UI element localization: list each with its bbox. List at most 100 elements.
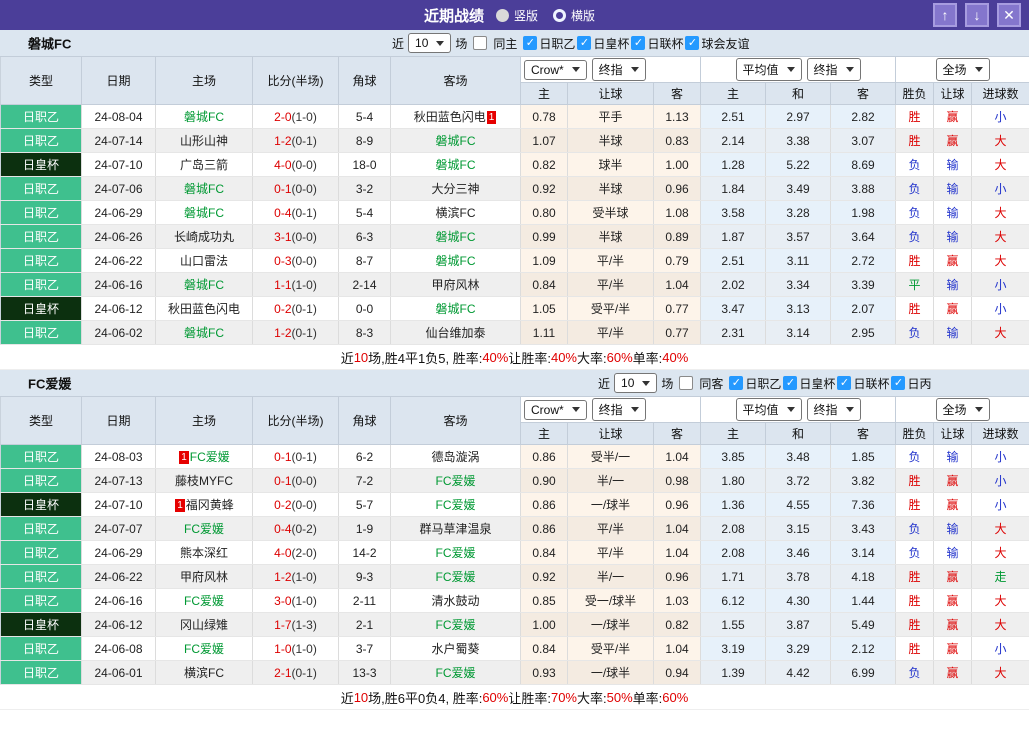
match-result: 负	[896, 445, 934, 469]
odds-away: 0.82	[654, 613, 701, 637]
team-name: 磐城FC	[28, 34, 71, 53]
league-filter-label: 日皇杯	[799, 375, 835, 392]
scope-value: 全场	[943, 61, 967, 78]
bookmaker-group: Crow* 终指	[521, 57, 701, 83]
col-type: 类型	[1, 57, 82, 105]
away-team-label: 仙台维加泰	[425, 326, 485, 340]
window-buttons: ↑ ↓ ✕	[933, 3, 1021, 27]
home-team-label: 山口雷法	[180, 254, 228, 268]
league-filter-label: 球会友谊	[701, 35, 749, 52]
odds-handicap: 平/半	[568, 541, 654, 565]
chevron-down-icon	[787, 67, 795, 72]
close-button[interactable]: ✕	[997, 3, 1021, 27]
same-venue-checkbox[interactable]	[473, 36, 487, 50]
league-checkbox[interactable]: ✓	[523, 36, 537, 50]
summary-text: 大率:	[577, 348, 607, 367]
away-team: 甲府风林	[391, 273, 521, 297]
home-team: 磐城FC	[156, 321, 253, 345]
avg-away: 1.44	[831, 589, 896, 613]
goals-result: 小	[972, 105, 1029, 129]
half-time-score: (0-1)	[292, 326, 317, 340]
match-count-select[interactable]: 10	[408, 33, 451, 53]
bookmaker-select[interactable]: Crow*	[524, 60, 587, 80]
away-team: FC爱媛	[391, 493, 521, 517]
match-row: 日职乙24-06-29熊本深红4-0(2-0)14-2FC爱媛0.84平/半1.…	[1, 541, 1029, 565]
away-team: 磐城FC	[391, 129, 521, 153]
home-team-label: 熊本深红	[180, 546, 228, 560]
league-checkbox[interactable]: ✓	[631, 36, 645, 50]
odds-time-select[interactable]: 终指	[592, 58, 646, 81]
league-checkbox[interactable]: ✓	[891, 376, 905, 390]
avg-away: 5.49	[831, 613, 896, 637]
home-team-label: 磐城FC	[184, 182, 224, 196]
col-score: 比分(半场)	[253, 397, 339, 445]
move-up-button[interactable]: ↑	[933, 3, 957, 27]
avg-away: 1.98	[831, 201, 896, 225]
avg-time-value: 终指	[814, 61, 838, 78]
goals-result: 小	[972, 469, 1029, 493]
avg-away: 3.39	[831, 273, 896, 297]
match-row: 日职乙24-06-29磐城FC0-4(0-1)5-4横滨FC0.80受半球1.0…	[1, 201, 1029, 225]
avg-draw: 3.28	[766, 201, 831, 225]
league-checkbox[interactable]: ✓	[685, 36, 699, 50]
away-team-label: 磐城FC	[436, 158, 476, 172]
league-checkbox[interactable]: ✓	[577, 36, 591, 50]
chevron-down-icon	[787, 407, 795, 412]
goals-result: 小	[972, 297, 1029, 321]
avg-home: 3.58	[701, 201, 766, 225]
radio-vertical-layout[interactable]	[496, 9, 509, 22]
match-result: 胜	[896, 297, 934, 321]
half-time-score: (2-0)	[292, 546, 317, 560]
handicap-result: 赢	[934, 129, 972, 153]
col-away: 客场	[391, 57, 521, 105]
avg-draw: 3.34	[766, 273, 831, 297]
match-row: 日皇杯24-07-101福冈黄蜂0-2(0-0)5-7FC爱媛0.86一/球半0…	[1, 493, 1029, 517]
col-avg-away: 客	[831, 423, 896, 445]
corner-count: 8-7	[339, 249, 391, 273]
match-type: 日职乙	[1, 321, 82, 345]
league-checkbox[interactable]: ✓	[783, 376, 797, 390]
match-type: 日职乙	[1, 201, 82, 225]
home-team-label: 藤枝MYFC	[175, 474, 233, 488]
average-select[interactable]: 平均值	[736, 58, 802, 81]
move-down-button[interactable]: ↓	[965, 3, 989, 27]
scope-select[interactable]: 全场	[936, 58, 990, 81]
score-cell: 1-7(1-3)	[253, 613, 339, 637]
match-count-select[interactable]: 10	[614, 373, 657, 393]
half-time-score: (0-1)	[292, 206, 317, 220]
odds-away: 0.77	[654, 321, 701, 345]
col-date: 日期	[82, 57, 156, 105]
bookmaker-select[interactable]: Crow*	[524, 400, 587, 420]
league-checkbox[interactable]: ✓	[837, 376, 851, 390]
avg-home: 3.19	[701, 637, 766, 661]
away-team-label: 大分三神	[431, 182, 479, 196]
match-result: 胜	[896, 469, 934, 493]
col-home: 主场	[156, 57, 253, 105]
scope-select[interactable]: 全场	[936, 398, 990, 421]
same-venue-label: 同客	[699, 375, 723, 392]
near-label: 近	[598, 375, 610, 392]
match-date: 24-07-14	[82, 129, 156, 153]
away-team-label: 磐城FC	[436, 230, 476, 244]
match-type: 日职乙	[1, 469, 82, 493]
full-time-score: 4-0	[274, 158, 291, 172]
odds-away: 1.04	[654, 637, 701, 661]
radio-horizontal-layout[interactable]	[553, 9, 566, 22]
average-group: 平均值 终指	[701, 397, 896, 423]
league-checkbox[interactable]: ✓	[729, 376, 743, 390]
same-venue-checkbox[interactable]	[679, 376, 693, 390]
home-team-label: 磐城FC	[184, 326, 224, 340]
score-cell: 0-1(0-0)	[253, 469, 339, 493]
average-select[interactable]: 平均值	[736, 398, 802, 421]
scope-group: 全场	[896, 57, 1029, 83]
avg-time-select[interactable]: 终指	[807, 398, 861, 421]
summary-text: 40%	[482, 350, 508, 365]
average-value: 平均值	[743, 61, 779, 78]
odds-time-select[interactable]: 终指	[592, 398, 646, 421]
goals-result: 小	[972, 445, 1029, 469]
odds-handicap: 半/一	[568, 565, 654, 589]
handicap-result: 输	[934, 177, 972, 201]
away-team: 秋田蓝色闪电1	[391, 105, 521, 129]
avg-time-select[interactable]: 终指	[807, 58, 861, 81]
home-team: 藤枝MYFC	[156, 469, 253, 493]
